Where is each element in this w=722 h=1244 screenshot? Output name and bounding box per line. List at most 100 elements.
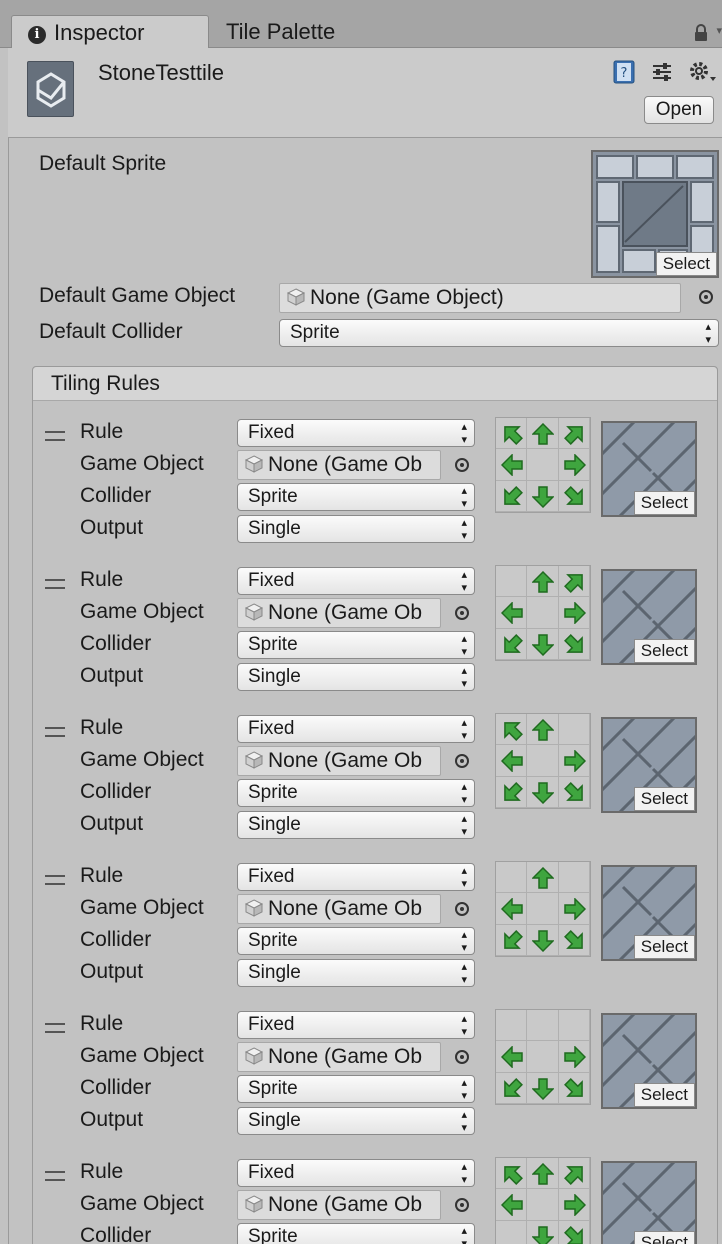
- neighbor-cell[interactable]: [527, 418, 559, 450]
- neighbor-cell[interactable]: [527, 893, 559, 925]
- neighbor-cell[interactable]: [558, 480, 590, 512]
- neighbor-cell[interactable]: [558, 1189, 590, 1221]
- object-picker-icon[interactable]: [455, 754, 469, 768]
- rule-dropdown[interactable]: Fixed ▴ ▾: [237, 1011, 475, 1039]
- neighbor-cell[interactable]: [496, 924, 528, 956]
- neighbor-cell[interactable]: [496, 714, 528, 746]
- neighbor-cell[interactable]: [496, 449, 528, 481]
- gear-icon[interactable]: [688, 60, 718, 84]
- output-dropdown[interactable]: Single ▴ ▾: [237, 1107, 475, 1135]
- neighbor-cell[interactable]: [496, 1220, 528, 1244]
- drag-handle-icon[interactable]: [45, 1171, 65, 1181]
- neighbor-cell[interactable]: [558, 1010, 590, 1042]
- neighbor-cell[interactable]: [496, 628, 528, 660]
- rule-dropdown[interactable]: Fixed ▴ ▾: [237, 1159, 475, 1187]
- object-picker-icon[interactable]: [455, 1198, 469, 1212]
- output-dropdown[interactable]: Single ▴ ▾: [237, 959, 475, 987]
- neighbor-cell[interactable]: [558, 628, 590, 660]
- rule-sprite-field[interactable]: Select: [601, 717, 697, 813]
- help-book-icon[interactable]: ?: [612, 60, 636, 84]
- default-sprite-field[interactable]: Select: [591, 150, 719, 278]
- game-object-field[interactable]: None (Game Ob: [237, 746, 441, 776]
- rule-sprite-field[interactable]: Select: [601, 1161, 697, 1244]
- neighbor-cell[interactable]: [527, 566, 559, 598]
- output-dropdown[interactable]: Single ▴ ▾: [237, 515, 475, 543]
- lock-icon[interactable]: [694, 24, 708, 42]
- collider-dropdown[interactable]: Sprite ▴ ▾: [237, 1223, 475, 1244]
- neighbor-cell[interactable]: [558, 893, 590, 925]
- neighbor-cell[interactable]: [496, 893, 528, 925]
- drag-handle-icon[interactable]: [45, 431, 65, 441]
- object-picker-icon[interactable]: [455, 458, 469, 472]
- rule-sprite-field[interactable]: Select: [601, 569, 697, 665]
- game-object-field[interactable]: None (Game Ob: [237, 450, 441, 480]
- neighbor-cell[interactable]: [558, 1041, 590, 1073]
- drag-handle-icon[interactable]: [45, 875, 65, 885]
- neighbor-cell[interactable]: [558, 924, 590, 956]
- output-dropdown[interactable]: Single ▴ ▾: [237, 663, 475, 691]
- neighbor-cell[interactable]: [527, 628, 559, 660]
- rule-dropdown[interactable]: Fixed ▴ ▾: [237, 715, 475, 743]
- neighbor-cell[interactable]: [527, 1220, 559, 1244]
- neighbor-cell[interactable]: [558, 1072, 590, 1104]
- neighbor-cell[interactable]: [527, 924, 559, 956]
- open-button[interactable]: Open: [644, 96, 714, 124]
- neighbor-cell[interactable]: [558, 745, 590, 777]
- neighbor-cell[interactable]: [527, 776, 559, 808]
- rule-sprite-select-button[interactable]: Select: [633, 639, 695, 663]
- neighbor-cell[interactable]: [527, 1158, 559, 1190]
- neighbor-cell[interactable]: [527, 1010, 559, 1042]
- neighbor-cell[interactable]: [558, 714, 590, 746]
- neighbor-cell[interactable]: [496, 1158, 528, 1190]
- neighbor-cell[interactable]: [527, 1189, 559, 1221]
- tab-menu-icon[interactable]: ▾: [716, 24, 722, 37]
- default-collider-dropdown[interactable]: Sprite ▴ ▾: [279, 319, 719, 347]
- rule-dropdown[interactable]: Fixed ▴ ▾: [237, 567, 475, 595]
- neighbor-cell[interactable]: [527, 862, 559, 894]
- neighbor-cell[interactable]: [527, 1072, 559, 1104]
- neighbor-cell[interactable]: [558, 418, 590, 450]
- drag-handle-icon[interactable]: [45, 727, 65, 737]
- neighbor-cell[interactable]: [496, 1189, 528, 1221]
- rule-sprite-select-button[interactable]: Select: [633, 787, 695, 811]
- game-object-field[interactable]: None (Game Ob: [237, 1190, 441, 1220]
- rule-sprite-select-button[interactable]: Select: [633, 1083, 695, 1107]
- neighbor-cell[interactable]: [527, 480, 559, 512]
- object-picker-icon[interactable]: [455, 902, 469, 916]
- collider-dropdown[interactable]: Sprite ▴ ▾: [237, 927, 475, 955]
- rule-sprite-select-button[interactable]: Select: [633, 1231, 695, 1244]
- object-picker-icon[interactable]: [455, 1050, 469, 1064]
- object-picker-icon[interactable]: [455, 606, 469, 620]
- drag-handle-icon[interactable]: [45, 1023, 65, 1033]
- object-picker-icon[interactable]: [699, 290, 713, 304]
- neighbor-cell[interactable]: [558, 449, 590, 481]
- neighbor-cell[interactable]: [496, 566, 528, 598]
- collider-dropdown[interactable]: Sprite ▴ ▾: [237, 779, 475, 807]
- neighbor-cell[interactable]: [527, 714, 559, 746]
- rule-sprite-select-button[interactable]: Select: [633, 935, 695, 959]
- neighbor-cell[interactable]: [496, 1010, 528, 1042]
- neighbor-cell[interactable]: [558, 862, 590, 894]
- rule-sprite-field[interactable]: Select: [601, 865, 697, 961]
- neighbor-cell[interactable]: [527, 597, 559, 629]
- rule-sprite-field[interactable]: Select: [601, 421, 697, 517]
- neighbor-cell[interactable]: [527, 1041, 559, 1073]
- neighbor-cell[interactable]: [558, 776, 590, 808]
- neighbor-cell[interactable]: [496, 745, 528, 777]
- tab-inspector[interactable]: i Inspector: [11, 15, 209, 48]
- collider-dropdown[interactable]: Sprite ▴ ▾: [237, 631, 475, 659]
- drag-handle-icon[interactable]: [45, 579, 65, 589]
- neighbor-cell[interactable]: [527, 449, 559, 481]
- game-object-field[interactable]: None (Game Ob: [237, 1042, 441, 1072]
- game-object-field[interactable]: None (Game Ob: [237, 598, 441, 628]
- game-object-field[interactable]: None (Game Ob: [237, 894, 441, 924]
- rule-sprite-select-button[interactable]: Select: [633, 491, 695, 515]
- default-sprite-select-button[interactable]: Select: [655, 252, 717, 276]
- neighbor-cell[interactable]: [496, 480, 528, 512]
- neighbor-cell[interactable]: [496, 1041, 528, 1073]
- neighbor-cell[interactable]: [527, 745, 559, 777]
- output-dropdown[interactable]: Single ▴ ▾: [237, 811, 475, 839]
- tab-tile-palette[interactable]: Tile Palette: [226, 15, 335, 48]
- collider-dropdown[interactable]: Sprite ▴ ▾: [237, 483, 475, 511]
- rule-dropdown[interactable]: Fixed ▴ ▾: [237, 419, 475, 447]
